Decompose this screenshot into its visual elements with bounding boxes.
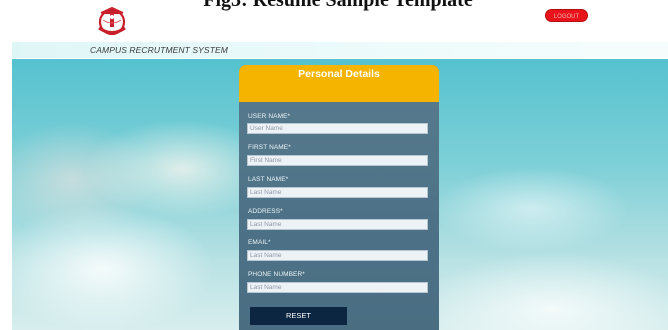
first-name-label: FIRST NAME* [248,144,291,151]
username-input[interactable] [247,123,428,134]
email-label: EMAIL* [248,239,271,246]
form-title: Personal Details [239,65,439,102]
last-name-label: LAST NAME* [248,176,289,183]
system-name: CAMPUS RECRUTMENT SYSTEM [90,45,228,55]
first-name-input[interactable] [247,155,428,166]
phone-number-label: PHONE NUMBER* [248,271,305,278]
form-body: USER NAME* FIRST NAME* LAST NAME* ADDRES… [239,102,439,330]
email-input[interactable] [247,250,428,261]
phone-number-input[interactable] [247,282,428,293]
address-input[interactable] [247,219,428,230]
logout-button[interactable]: LOGOUT [545,9,588,22]
last-name-input[interactable] [247,187,428,198]
reset-button[interactable]: RESET [250,307,347,325]
username-label: USER NAME* [248,113,291,120]
document-caption: Fig3: Resume Sample Template [203,0,473,11]
personal-details-form: Personal Details USER NAME* FIRST NAME* … [239,65,439,330]
college-logo-icon [98,6,126,36]
address-label: ADDRESS* [248,208,283,215]
